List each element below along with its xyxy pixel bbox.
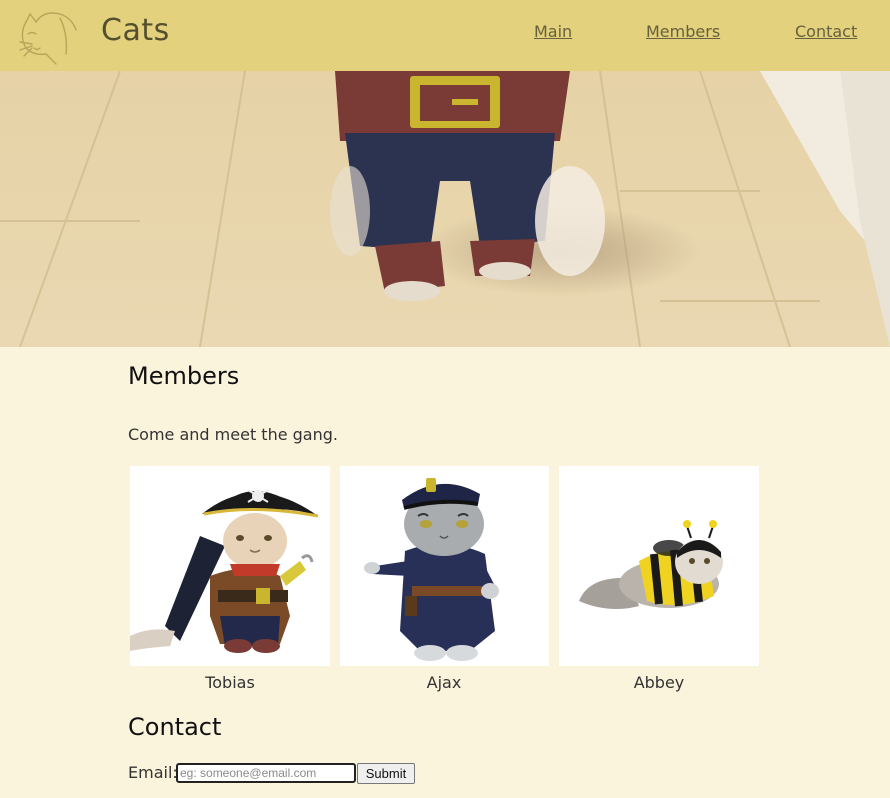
nav-link-members[interactable]: Members [646, 22, 720, 41]
site-title: Cats [101, 13, 170, 48]
site-header: Cats Main Members Contact [0, 0, 890, 71]
member-card-abbey [559, 466, 759, 666]
hero-image [0, 71, 890, 347]
submit-button[interactable]: Submit [357, 763, 415, 784]
members-heading: Members [128, 362, 240, 390]
contact-heading: Contact [128, 713, 222, 741]
email-input[interactable] [176, 763, 356, 783]
member-name-ajax: Ajax [426, 673, 462, 692]
bee-cat-image [579, 520, 723, 610]
member-name-tobias: Tobias [205, 673, 255, 692]
police-cat-image [364, 478, 499, 661]
member-card-tobias [130, 466, 330, 666]
pirate-cat-image [130, 489, 319, 653]
nav-link-contact[interactable]: Contact [795, 22, 857, 41]
member-name-abbey: Abbey [633, 673, 685, 692]
cat-logo-icon [19, 12, 77, 65]
members-intro: Come and meet the gang. [128, 425, 338, 444]
email-label: Email: [128, 763, 178, 782]
member-card-ajax [340, 466, 549, 666]
nav-link-main[interactable]: Main [534, 22, 572, 41]
